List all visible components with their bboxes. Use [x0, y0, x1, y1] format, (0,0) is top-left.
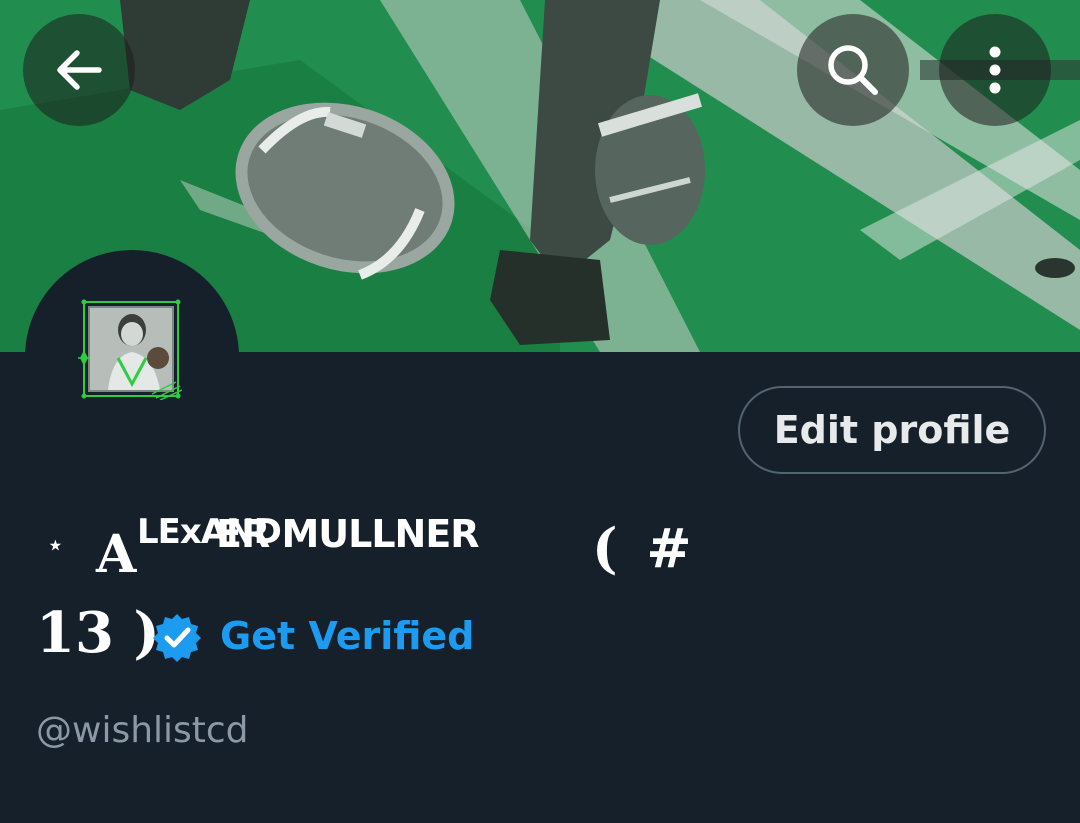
- name-number: 13 ): [36, 600, 160, 666]
- profile-page: Edit profile ⋆ A LExAND ER MULLNER ( # 1…: [0, 0, 1080, 823]
- search-button[interactable]: [797, 14, 909, 126]
- avatar-image[interactable]: [78, 298, 182, 400]
- name-initial: A: [96, 524, 137, 585]
- back-button[interactable]: [23, 14, 135, 126]
- name-star: ⋆: [46, 528, 65, 563]
- edit-profile-button[interactable]: Edit profile: [738, 386, 1046, 474]
- name-rest: ER MULLNER: [216, 512, 480, 556]
- search-icon: [828, 45, 878, 95]
- verified-badge-icon[interactable]: [152, 612, 202, 662]
- more-vertical-icon: [989, 46, 1001, 94]
- name-paren-hash: ( #: [592, 516, 692, 580]
- user-handle: @wishlistcd: [36, 710, 249, 751]
- more-options-button[interactable]: [939, 14, 1051, 126]
- get-verified-link[interactable]: Get Verified: [220, 614, 474, 658]
- back-arrow-icon: [57, 50, 102, 90]
